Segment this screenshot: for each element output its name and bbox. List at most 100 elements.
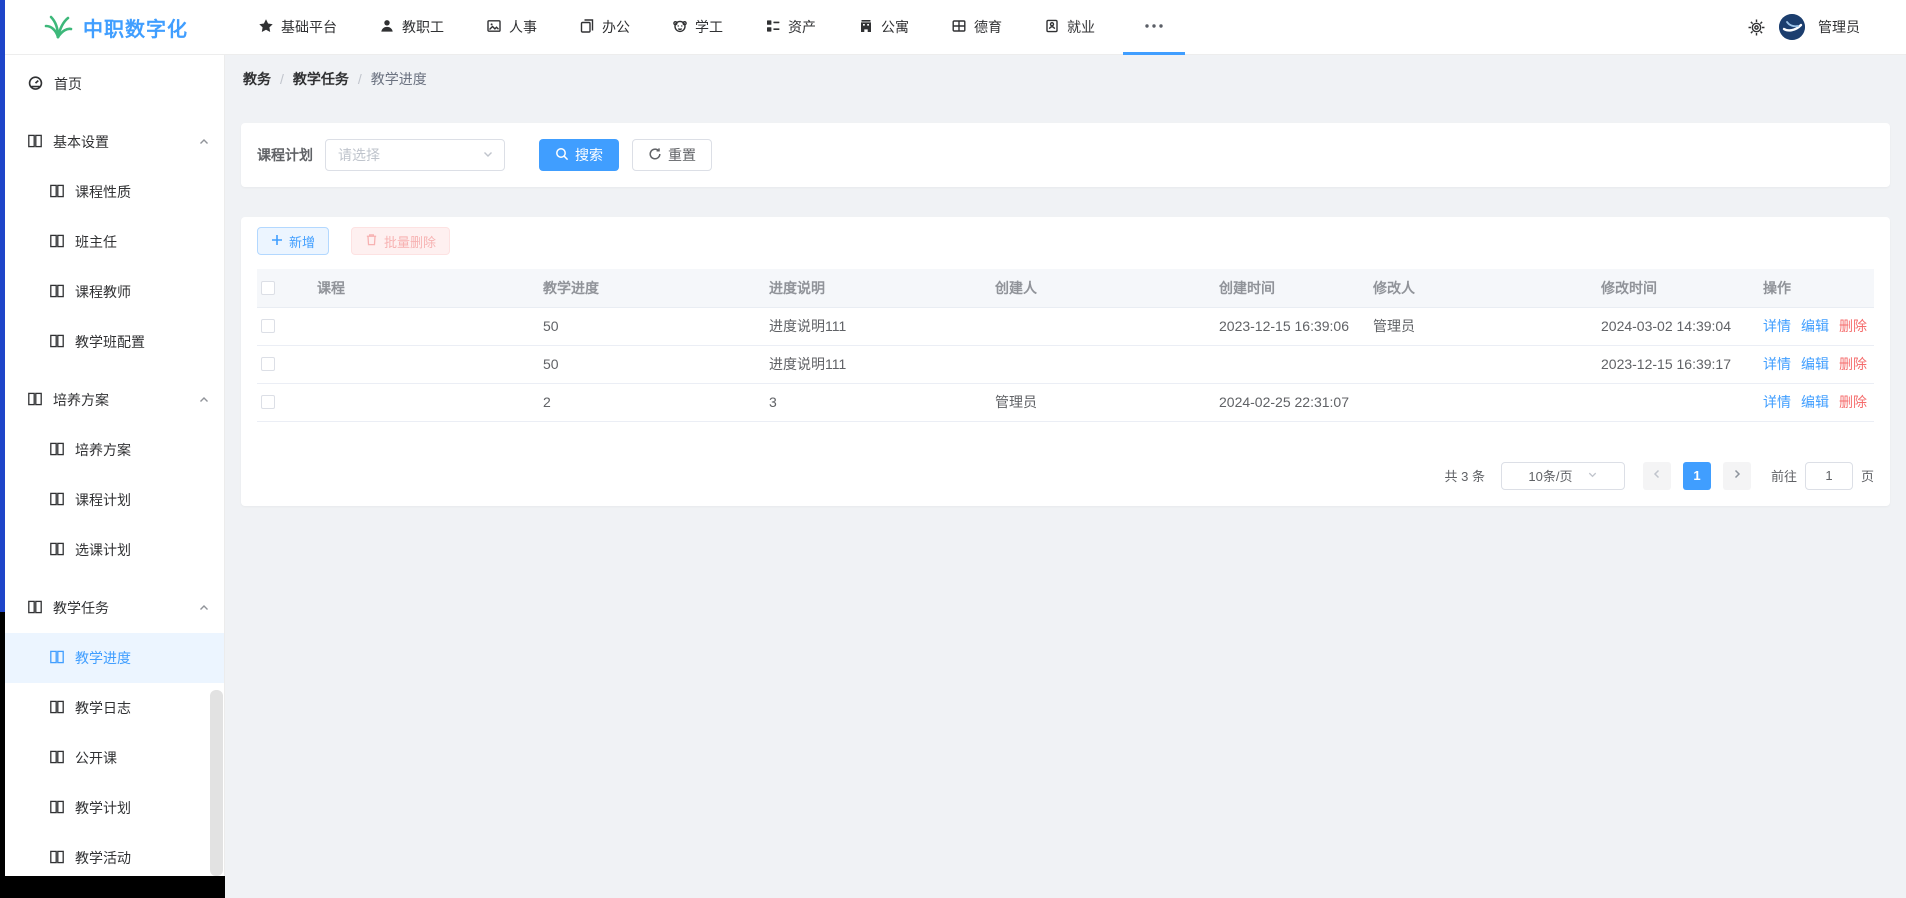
open-book-icon [49, 749, 65, 768]
sidebar-item-teaching-progress[interactable]: 教学进度 [5, 633, 224, 683]
nav-item-apartment[interactable]: 公寓 [844, 0, 923, 55]
detail-link[interactable]: 详情 [1763, 318, 1791, 334]
dashboard-icon [27, 74, 44, 94]
nav-item-assets[interactable]: 资产 [751, 0, 830, 55]
nav-item-student-affairs[interactable]: 学工 [658, 0, 737, 55]
next-page-button[interactable] [1723, 462, 1751, 490]
sidebar-item-teaching-class-config[interactable]: 教学班配置 [5, 317, 224, 367]
detail-link[interactable]: 详情 [1763, 394, 1791, 410]
search-icon [555, 147, 569, 164]
delete-link[interactable]: 删除 [1839, 318, 1867, 334]
sidebar-item-elective-plan[interactable]: 选课计划 [5, 525, 224, 575]
open-book-icon [27, 599, 43, 618]
grid-icon [951, 18, 967, 37]
table-row: 50 进度说明111 2023-12-15 16:39:17 详情编辑删除 [257, 345, 1874, 383]
sidebar-item-course-plan[interactable]: 课程计划 [5, 475, 224, 525]
row-checkbox[interactable] [261, 395, 275, 409]
sidebar-item-course-teacher[interactable]: 课程教师 [5, 267, 224, 317]
col-progress: 教学进度 [539, 269, 765, 307]
sidebar-item-teaching-activity[interactable]: 教学活动 [5, 833, 224, 876]
sidebar-group-training-plan[interactable]: 培养方案 [5, 375, 224, 425]
breadcrumb-item-current: 教学进度 [371, 69, 427, 89]
open-book-icon [27, 133, 43, 152]
breadcrumb-item[interactable]: 教学任务 [293, 69, 349, 89]
col-course: 课程 [313, 269, 539, 307]
breadcrumb-separator: / [280, 71, 284, 87]
nav-item-moral-education[interactable]: 德育 [937, 0, 1016, 55]
trash-icon [365, 233, 378, 249]
col-creator: 创建人 [991, 269, 1215, 307]
open-book-icon [27, 391, 43, 410]
nav-item-more[interactable] [1123, 0, 1185, 55]
prev-page-button[interactable] [1643, 462, 1671, 490]
nav-item-office[interactable]: 办公 [565, 0, 644, 55]
open-book-icon [49, 699, 65, 718]
detail-link[interactable]: 详情 [1763, 356, 1791, 372]
nav-item-base-platform[interactable]: 基础平台 [244, 0, 351, 55]
add-button[interactable]: 新增 [257, 227, 329, 255]
course-plan-label: 课程计划 [257, 145, 313, 165]
sidebar-item-home[interactable]: 首页 [5, 59, 224, 109]
open-book-icon [49, 283, 65, 302]
filter-card: 课程计划 请选择 搜索 重置 [241, 123, 1890, 187]
table-toolbar: 新增 批量删除 [257, 227, 1874, 255]
open-book-icon [49, 799, 65, 818]
col-modifier: 修改人 [1369, 269, 1597, 307]
avatar[interactable] [1779, 14, 1805, 40]
open-book-icon [49, 491, 65, 510]
main-content: 教务 / 教学任务 / 教学进度 课程计划 请选择 搜索 重置 新增 批量 [225, 55, 1906, 898]
course-plan-select[interactable]: 请选择 [325, 139, 505, 171]
table-row: 2 3 管理员 2024-02-25 22:31:07 详情编辑删除 [257, 383, 1874, 421]
sidebar-item-open-class[interactable]: 公开课 [5, 733, 224, 783]
nav-item-staff[interactable]: 教职工 [365, 0, 458, 55]
table-card: 新增 批量删除 课程 教学进度 进度说明 创建人 创建时间 修改 [241, 217, 1890, 506]
delete-link[interactable]: 删除 [1839, 394, 1867, 410]
col-actions: 操作 [1759, 269, 1874, 307]
breadcrumb-separator: / [358, 71, 362, 87]
page-number-1[interactable]: 1 [1683, 462, 1711, 490]
sidebar-group-teaching-tasks[interactable]: 教学任务 [5, 583, 224, 633]
search-button[interactable]: 搜索 [539, 139, 619, 171]
refresh-icon [648, 147, 662, 164]
nav-item-employment[interactable]: 就业 [1030, 0, 1109, 55]
goto-label: 前往 [1771, 466, 1797, 485]
badge-icon [1044, 18, 1060, 37]
batch-delete-button[interactable]: 批量删除 [351, 227, 450, 255]
open-book-icon [49, 649, 65, 668]
select-all-checkbox[interactable] [261, 281, 275, 295]
logo-plant-icon [43, 12, 73, 43]
sidebar-item-teaching-log[interactable]: 教学日志 [5, 683, 224, 733]
photo-icon [486, 18, 502, 37]
goto-page-input[interactable] [1805, 462, 1853, 490]
nav-item-hr[interactable]: 人事 [472, 0, 551, 55]
breadcrumb-item[interactable]: 教务 [243, 69, 271, 89]
sidebar-item-teaching-plan[interactable]: 教学计划 [5, 783, 224, 833]
open-book-icon [49, 233, 65, 252]
sidebar-scrollbar[interactable] [210, 690, 223, 876]
select-placeholder: 请选择 [338, 145, 482, 165]
brand[interactable]: 中职数字化 [43, 12, 188, 43]
left-accent-strip [0, 0, 5, 612]
sidebar-item-course-nature[interactable]: 课程性质 [5, 167, 224, 217]
sidebar-item-head-teacher[interactable]: 班主任 [5, 217, 224, 267]
header-right: 管理员 [1747, 14, 1860, 40]
user-name[interactable]: 管理员 [1818, 17, 1860, 37]
ellipsis-icon [1143, 18, 1165, 37]
edit-link[interactable]: 编辑 [1801, 356, 1829, 372]
sidebar: 首页 基本设置 课程性质 班主任 课程教师 教学班配置 培养方案 [5, 55, 225, 876]
edit-link[interactable]: 编辑 [1801, 394, 1829, 410]
row-checkbox[interactable] [261, 319, 275, 333]
face-icon [672, 18, 688, 37]
col-created-time: 创建时间 [1215, 269, 1369, 307]
page-size-select[interactable]: 10条/页 [1501, 462, 1625, 490]
delete-link[interactable]: 删除 [1839, 356, 1867, 372]
sidebar-group-basic-settings[interactable]: 基本设置 [5, 117, 224, 167]
row-checkbox[interactable] [261, 357, 275, 371]
open-book-icon [49, 541, 65, 560]
chevron-down-icon [1587, 468, 1598, 483]
plus-icon [271, 234, 283, 249]
edit-link[interactable]: 编辑 [1801, 318, 1829, 334]
gear-icon[interactable] [1747, 18, 1766, 37]
sidebar-item-training-plan[interactable]: 培养方案 [5, 425, 224, 475]
reset-button[interactable]: 重置 [632, 139, 712, 171]
